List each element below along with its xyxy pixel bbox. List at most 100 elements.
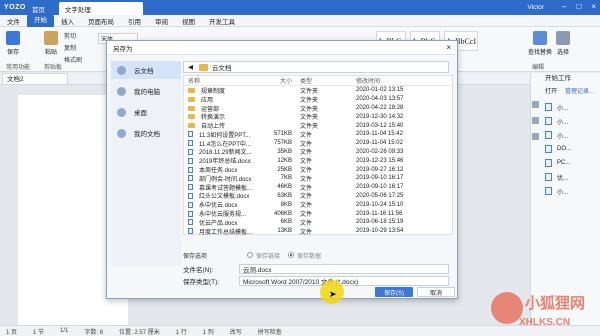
file-row[interactable]: 2019年终总结.docx 12KB 文件 2019-12-23 15:46 (184, 156, 452, 165)
desktop-icon (117, 107, 126, 117)
file-row[interactable]: 运营部 文件夹 2020-04-22 18:28 (184, 104, 452, 113)
file-row[interactable]: 部门例会-时间.docx 7KB 文件 2019-09-10 16:17 (184, 174, 452, 183)
recent-file[interactable]: 小... (541, 184, 600, 198)
file-icon (545, 117, 552, 125)
document-icon (188, 131, 193, 138)
tab-document[interactable]: 文字处理 (58, 2, 143, 15)
header-name[interactable]: 名称 (184, 76, 270, 85)
file-row[interactable]: 本周任务.docx 25KB 文件 2019-09-27 16:12 (184, 165, 452, 174)
file-row[interactable]: 慕课考试答题模板... 46KB 文件 2019-09-10 16:17 (184, 183, 452, 192)
nav-cloud-docs[interactable]: 云文档 (111, 61, 181, 79)
recent-file[interactable]: DO... (541, 142, 600, 156)
task-panel-tab-open[interactable]: 打开 (545, 86, 557, 95)
file-type: 文件夹 (300, 115, 319, 122)
file-type: 文件 (300, 176, 313, 183)
paste-button[interactable]: 粘贴 (44, 31, 58, 56)
file-row[interactable]: 2018.11.29新闻文... 35KB 文件 2020-02-26 09:33 (184, 148, 452, 157)
file-row[interactable]: 红头公文模板.docx 63KB 文件 2020-05-06 17:25 (184, 192, 452, 200)
file-name: 永中优云.docx (199, 203, 238, 210)
file-name: 2018.11.29新闻文... (199, 150, 252, 157)
save-ribbon-button[interactable]: 保存 (6, 31, 20, 56)
save-data-radio[interactable] (288, 252, 295, 258)
menu-view[interactable]: 视图 (175, 16, 202, 26)
file-row[interactable]: 11.3如何设置PPT... 571KB 文件 2019-11-04 15:42 (184, 130, 452, 139)
filename-input[interactable]: 云测.docx (239, 264, 449, 274)
recent-file[interactable]: 小... (541, 100, 600, 114)
recent-file[interactable]: 小... (541, 128, 600, 142)
dialog-close-icon[interactable]: × (446, 43, 451, 52)
menu-layout[interactable]: 页面布局 (81, 16, 121, 26)
nav-my-documents[interactable]: 我的文档 (111, 124, 181, 142)
file-row[interactable]: 永中优云.docx 8KB 文件 2019-10-24 15:10 (184, 200, 452, 209)
nav-desktop[interactable]: 桌面 (111, 103, 181, 121)
header-type[interactable]: 类型 (296, 76, 352, 85)
file-type: 文件 (300, 141, 313, 148)
recent-file[interactable]: 小... (541, 114, 600, 128)
tab-home[interactable]: 首页 (26, 2, 51, 15)
find-replace-button[interactable]: 查找替换 (528, 31, 552, 56)
menu-review[interactable]: 审阅 (148, 16, 175, 26)
file-type: 文件夹 (300, 88, 319, 95)
panel-clip-icon[interactable] (532, 133, 539, 140)
menu-insert[interactable]: 插入 (54, 16, 81, 26)
minimize-icon[interactable]: – (562, 2, 566, 11)
file-row[interactable]: 优云产品.docx 6KB 文件 2019-06-18 15:19 (184, 218, 452, 227)
window-controls: – □ × (562, 2, 596, 11)
copy-button[interactable]: 复制 (64, 43, 76, 52)
status-position: 位置: 2.57 厘米 (119, 329, 160, 336)
file-row[interactable]: 月度工作总结模板... 13KB 文件 2019-10-29 13:54 (184, 227, 452, 236)
file-name: 11.4怎么在PPT中... (199, 141, 251, 148)
path-bar[interactable]: ◀ 云文档 (183, 61, 449, 73)
save-button[interactable]: 保存(S) (375, 287, 413, 297)
back-icon[interactable]: ◀ (188, 63, 193, 71)
task-panel-tab-manage[interactable]: 管理记录... (565, 86, 594, 95)
file-row[interactable]: 自动上传 文件夹 2019-03-12 15:40 (184, 121, 452, 130)
menu-developer[interactable]: 开发工具 (202, 16, 242, 26)
select-button[interactable]: 选择 (556, 31, 570, 56)
folder-icon (199, 63, 208, 71)
save-ribbon-label: 保存 (6, 50, 19, 56)
save-data-label: 保存数据 (297, 253, 322, 260)
file-type: 文件 (300, 150, 313, 157)
dialog-nav: 云文档 我的电脑 桌面 我的文档 (111, 61, 181, 266)
panel-style-icon[interactable] (532, 117, 539, 124)
file-row[interactable]: 应用 文件夹 2020-04-03 13:57 (184, 95, 452, 104)
file-size: 46KB (277, 184, 292, 191)
file-icon (545, 187, 552, 195)
file-row[interactable]: 永中优云服务规... 406KB 文件 2019-11-16 11:56 (184, 209, 452, 218)
save-link-radio[interactable] (247, 252, 253, 258)
status-overwrite: 改写 (229, 329, 242, 336)
file-row[interactable]: 规章制度 文件夹 2020-01-02 13:15 (184, 86, 452, 95)
maximize-icon[interactable]: □ (576, 2, 581, 11)
recent-file[interactable]: PC... (541, 156, 600, 170)
menu-file[interactable]: 文件 (0, 16, 27, 26)
tab-document2[interactable]: 文档2 (2, 73, 68, 84)
file-date: 2019-11-04 15:42 (356, 131, 403, 138)
document-icon (188, 166, 193, 173)
file-type: 文件 (300, 229, 313, 236)
filetype-select[interactable]: Microsoft Word 2007/2010 文件 (*.docx) (239, 276, 449, 286)
close-icon[interactable]: × (591, 2, 596, 11)
file-date: 2020-04-22 18:28 (356, 104, 404, 111)
file-date: 2019-12-30 14:32 (356, 113, 404, 120)
file-date: 2020-05-06 17:25 (356, 192, 404, 199)
file-row[interactable]: 11.4怎么在PPT中... 757KB 文件 2019-11-04 15:02 (184, 139, 452, 148)
cut-button[interactable]: 剪切 (64, 31, 76, 40)
header-date[interactable]: 修改时间 (352, 76, 442, 85)
file-row[interactable]: 转换演示 文件夹 2019-12-30 14:32 (184, 112, 452, 121)
menu-reference[interactable]: 引用 (121, 16, 148, 26)
user-name[interactable]: Victor (528, 4, 545, 11)
status-page-of: 1/1 (60, 328, 69, 334)
save-options: 保存选项 保存链接 保存数据 (183, 250, 449, 260)
header-size[interactable]: 大小 (270, 76, 296, 85)
file-date: 2019-09-10 16:17 (356, 184, 404, 191)
panel-start-icon[interactable] (532, 101, 539, 108)
recent-file[interactable]: 优... (541, 170, 600, 184)
nav-my-computer[interactable]: 我的电脑 (111, 82, 181, 100)
file-icon (545, 159, 552, 167)
cancel-button[interactable]: 取消 (417, 287, 455, 297)
menu-start[interactable]: 开始 (27, 14, 54, 27)
file-name: 永中优云服务规... (199, 212, 247, 219)
app-logo: YOZO (4, 4, 26, 11)
document-icon (188, 184, 193, 191)
